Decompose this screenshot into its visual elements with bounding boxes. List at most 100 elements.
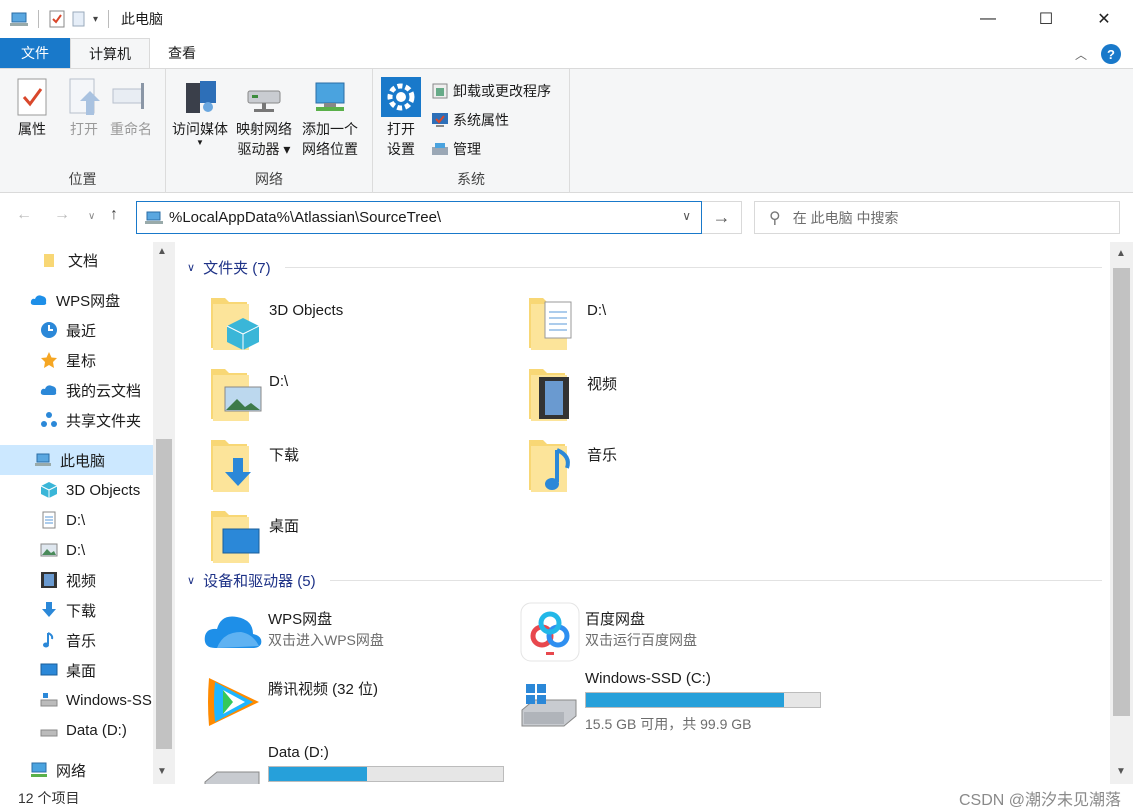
- sidebar-item-shared-folders[interactable]: 共享文件夹: [0, 405, 153, 435]
- device-item-windows-ssd[interactable]: Windows-SSD (C:) 15.5 GB 可用，共 99.9 GB: [520, 670, 840, 742]
- folder-item[interactable]: 视频: [525, 361, 825, 427]
- properties-button[interactable]: 属性: [12, 77, 52, 139]
- sidebar-scroll-thumb[interactable]: [156, 439, 172, 749]
- device-item-wps-cloud[interactable]: WPS网盘 双击进入WPS网盘: [203, 602, 523, 672]
- drive-icon: [40, 693, 58, 707]
- map-network-drive-button[interactable]: 映射网络 驱动器 ▾: [236, 77, 292, 159]
- folder-name: 3D Objects: [269, 302, 344, 319]
- manage-label: 管理: [453, 141, 481, 157]
- maximize-button[interactable]: ☐: [1017, 0, 1075, 38]
- scroll-up-icon[interactable]: ▲: [1116, 248, 1126, 259]
- sidebar-item-d-pictures[interactable]: D:\: [0, 535, 153, 565]
- device-subtitle: 双击进入WPS网盘: [268, 632, 384, 648]
- sidebar-item-music[interactable]: 音乐: [0, 625, 153, 655]
- collapse-icon[interactable]: ∨: [187, 574, 195, 587]
- device-item-data-d[interactable]: Data (D:): [203, 744, 523, 784]
- search-placeholder: 在 此电脑 中搜索: [792, 209, 899, 226]
- folder-item[interactable]: 桌面: [207, 503, 507, 569]
- sidebar-item-data-d[interactable]: Data (D:): [0, 715, 153, 745]
- system-properties-button[interactable]: 系统属性: [431, 110, 509, 130]
- sidebar-item-videos[interactable]: 视频: [0, 565, 153, 595]
- rename-icon: [112, 83, 144, 109]
- gear-icon: [381, 77, 421, 117]
- open-button[interactable]: 打开: [64, 77, 104, 139]
- sidebar-item-desktop[interactable]: 桌面: [0, 655, 153, 685]
- search-box[interactable]: ⚲ 在 此电脑 中搜索: [754, 201, 1120, 234]
- up-arrow-icon[interactable]: ↑: [110, 206, 118, 224]
- sidebar-scrollbar[interactable]: ▲ ▼: [153, 242, 175, 784]
- tab-file[interactable]: 文件: [0, 38, 70, 68]
- open-settings-button[interactable]: 打开 设置: [381, 77, 421, 159]
- section-title: 设备和驱动器 (5): [203, 573, 316, 590]
- search-icon: ⚲: [769, 209, 781, 227]
- folder-item[interactable]: 音乐: [525, 432, 825, 498]
- sidebar-item-label: 此电脑: [60, 452, 106, 470]
- forward-arrow-icon[interactable]: →: [54, 206, 70, 224]
- properties-icon[interactable]: [49, 10, 65, 28]
- back-arrow-icon[interactable]: ←: [16, 206, 32, 224]
- folder-item[interactable]: 3D Objects: [207, 290, 507, 356]
- section-divider: [329, 580, 1102, 581]
- sidebar-item-windows-ssd[interactable]: Windows-SSD (C:): [0, 685, 153, 715]
- sidebar-item-network[interactable]: 网络: [0, 755, 153, 784]
- folder-item[interactable]: 下载: [207, 432, 507, 498]
- document-folder-icon: [44, 254, 54, 267]
- toolbar-separator: [38, 10, 39, 28]
- properties-label: 属性: [18, 121, 46, 137]
- close-button[interactable]: ✕: [1075, 0, 1133, 38]
- cloud-icon: [30, 295, 47, 305]
- drive-usage-fill: [269, 767, 368, 781]
- folder-item[interactable]: D:\: [525, 290, 825, 356]
- section-header-folders[interactable]: ∨ 文件夹 (7): [187, 257, 1102, 278]
- sidebar-item-my-cloud-docs[interactable]: 我的云文档: [0, 375, 153, 405]
- sidebar-item-this-pc[interactable]: 此电脑: [0, 445, 153, 475]
- uninstall-program-button[interactable]: 卸载或更改程序: [431, 81, 551, 101]
- sidebar-item-3d-objects[interactable]: 3D Objects: [0, 475, 153, 505]
- access-media-button[interactable]: 访问媒体 ▼: [172, 77, 228, 147]
- system-properties-label: 系统属性: [453, 112, 509, 128]
- scroll-down-icon[interactable]: ▼: [157, 766, 167, 777]
- rename-button[interactable]: 重命名: [110, 77, 152, 139]
- collapse-ribbon-icon[interactable]: ︿: [1075, 46, 1087, 63]
- customize-toolbar-icon[interactable]: ▾: [93, 14, 98, 25]
- cube-icon: [40, 482, 58, 498]
- recent-locations-icon[interactable]: ∨: [88, 211, 95, 222]
- computer-icon: [35, 453, 51, 466]
- group-label-system: 系统: [457, 171, 485, 187]
- manage-button[interactable]: 管理: [431, 139, 481, 159]
- sidebar-item-starred[interactable]: 星标: [0, 345, 153, 375]
- watermark: CSDN @潮汐未见潮落: [958, 792, 1121, 809]
- device-item-tencent-video[interactable]: 腾讯视频 (32 位): [203, 672, 523, 742]
- new-folder-icon[interactable]: [71, 10, 87, 28]
- minimize-button[interactable]: —: [959, 0, 1017, 38]
- item-count: 12 个项目: [18, 790, 80, 806]
- content-scroll-thumb[interactable]: [1113, 268, 1130, 716]
- device-item-baidu-netdisk[interactable]: 百度网盘 双击运行百度网盘: [520, 602, 840, 672]
- sidebar-item-documents[interactable]: 文档: [0, 245, 153, 275]
- help-icon[interactable]: ?: [1101, 44, 1121, 64]
- sidebar-item-label: 我的云文档: [66, 382, 142, 400]
- address-bar[interactable]: %LocalAppData%\Atlassian\SourceTree\ ∨: [136, 201, 702, 234]
- access-media-label: 访问媒体: [172, 121, 228, 137]
- sidebar-item-wps-cloud[interactable]: WPS网盘: [0, 285, 153, 315]
- content-scrollbar[interactable]: ▲ ▼: [1110, 242, 1133, 784]
- sidebar-item-recent[interactable]: 最近: [0, 315, 153, 345]
- address-dropdown-icon[interactable]: ∨: [682, 209, 691, 223]
- tab-computer[interactable]: 计算机: [70, 38, 150, 69]
- add-network-location-button[interactable]: 添加一个 网络位置: [302, 77, 358, 159]
- sidebar-item-downloads[interactable]: 下载: [0, 595, 153, 625]
- go-button[interactable]: →: [702, 201, 742, 234]
- tab-view[interactable]: 查看: [150, 38, 214, 68]
- device-name: WPS网盘: [268, 611, 333, 628]
- section-header-devices[interactable]: ∨ 设备和驱动器 (5): [187, 570, 1102, 591]
- sidebar-item-label: 桌面: [66, 662, 97, 680]
- scroll-up-icon[interactable]: ▲: [157, 246, 167, 257]
- scroll-down-icon[interactable]: ▼: [1116, 766, 1126, 777]
- address-path[interactable]: %LocalAppData%\Atlassian\SourceTree\: [169, 209, 441, 226]
- title-bar: ▾ 此电脑 — ☐ ✕: [0, 0, 1133, 38]
- open-label: 打开: [70, 121, 98, 137]
- collapse-icon[interactable]: ∨: [187, 261, 195, 274]
- folder-item[interactable]: D:\: [207, 361, 507, 427]
- sidebar-item-d-documents[interactable]: D:\: [0, 505, 153, 535]
- sidebar-item-label: 网络: [56, 762, 87, 780]
